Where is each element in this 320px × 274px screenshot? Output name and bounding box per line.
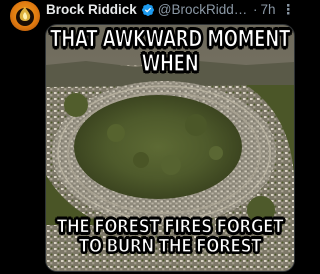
verified-badge-icon bbox=[141, 4, 154, 16]
avatar[interactable] bbox=[10, 1, 40, 31]
author-display-name[interactable]: Brock Riddick bbox=[46, 1, 137, 19]
tweet-header: Brock Riddick @BrockRiddick... · 7h ⋮ bbox=[46, 1, 295, 19]
meme-bottom-caption: THE FOREST FIRES FORGET TO BURN THE FORE… bbox=[46, 215, 294, 257]
header-separator: · bbox=[252, 2, 258, 17]
post-timestamp[interactable]: 7h bbox=[260, 1, 275, 19]
post-media-image[interactable]: THAT AWKWARD MOMENT WHEN THE FOREST FIRE… bbox=[45, 24, 295, 272]
author-handle[interactable]: @BrockRiddick... bbox=[158, 1, 250, 19]
meme-bottom-caption-line-2: TO BURN THE FOREST bbox=[78, 235, 262, 257]
meme-bottom-caption-line-1: THE FOREST FIRES FORGET bbox=[56, 215, 284, 238]
tweet[interactable]: Brock Riddick @BrockRiddick... · 7h ⋮ bbox=[0, 0, 300, 274]
more-options-icon[interactable]: ⋮ bbox=[276, 1, 295, 19]
ember-avatar-icon bbox=[16, 7, 34, 26]
meme-top-caption: THAT AWKWARD MOMENT WHEN bbox=[50, 26, 291, 78]
